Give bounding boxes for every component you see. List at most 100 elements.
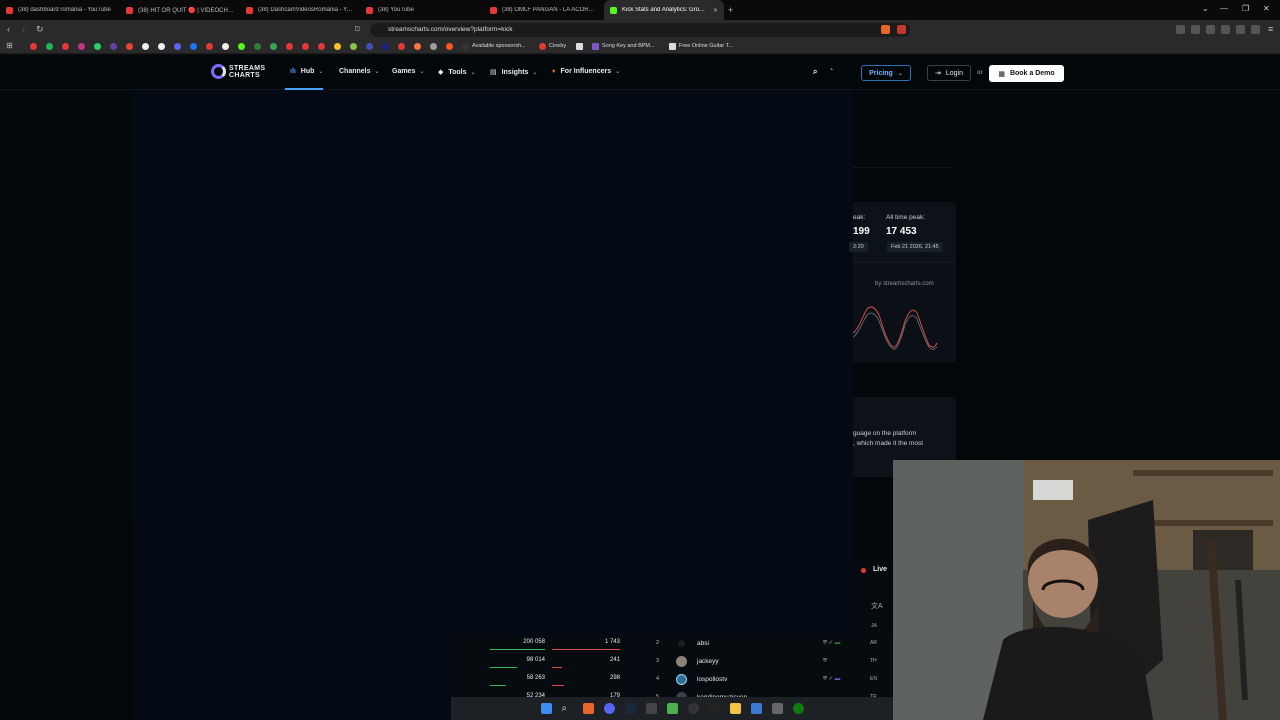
kick-icon[interactable] <box>238 43 245 50</box>
steam-icon[interactable] <box>624 703 636 714</box>
bookmark-link[interactable]: Available sponsorsh... <box>472 43 526 49</box>
browser-tab-active[interactable]: Kick Stats and Analytics: Growth ✕ <box>604 0 724 20</box>
wallet-icon[interactable] <box>1221 25 1230 34</box>
minecraft-icon[interactable] <box>666 703 678 714</box>
youtube-icon <box>246 6 253 14</box>
reload-icon[interactable]: ↻ <box>36 24 44 35</box>
nav-tools[interactable]: ◆ Tools ⌄ <box>438 68 476 76</box>
xbox-icon[interactable] <box>792 703 804 714</box>
bookmark-favicon[interactable] <box>382 43 389 50</box>
bookmark-favicon[interactable] <box>286 43 293 50</box>
streamer-name[interactable]: jackeyy <box>697 658 719 665</box>
x-icon[interactable] <box>142 43 149 50</box>
alltime-peak-value: 17 453 <box>886 226 917 237</box>
bookmark-favicon[interactable] <box>398 43 405 50</box>
browser-tab[interactable]: (38) HIT OR QUIT 🔴 | VIDEOCHAT <box>120 0 240 20</box>
apps-grid-icon[interactable]: ⊞ <box>6 41 13 50</box>
app-icon[interactable] <box>750 703 762 714</box>
menu-icon[interactable]: ≡ <box>1268 24 1273 34</box>
back-icon[interactable]: ‹ <box>7 24 10 34</box>
browser-tab[interactable]: (38) OMLF PANGĂN - LA ACORDEON <box>484 0 604 20</box>
bookmark-favicon[interactable] <box>334 43 341 50</box>
app-icon[interactable] <box>645 703 657 714</box>
bookmark-favicon[interactable] <box>222 43 229 50</box>
browser-tab[interactable]: (38) dashboard romania - YouTube <box>0 0 120 20</box>
channels-bar <box>552 667 562 668</box>
pricing-button[interactable]: Pricing ⌄ <box>861 65 911 81</box>
loading-overlay-left <box>0 90 133 522</box>
book-demo-button[interactable]: ▦ Book a Demo <box>989 65 1064 82</box>
search-icon[interactable]: ⌕ <box>562 703 573 714</box>
bookmark-favicon[interactable] <box>254 43 261 50</box>
table-row[interactable]: 3 jackeyy ⛨ TH <box>640 655 893 673</box>
notifications-icon[interactable]: ◔ <box>829 67 833 74</box>
windows-start-icon[interactable] <box>540 703 552 714</box>
facebook-icon[interactable] <box>190 43 197 50</box>
discord-icon[interactable] <box>603 703 615 714</box>
bookmark-favicon[interactable] <box>669 43 676 50</box>
discord-icon[interactable] <box>174 43 181 50</box>
bookmark-favicon[interactable] <box>366 43 373 50</box>
vpn-icon[interactable] <box>1251 25 1260 34</box>
instagram-icon[interactable] <box>78 43 85 50</box>
bookmark-favicon[interactable] <box>414 43 421 50</box>
new-tab-button[interactable]: + <box>728 5 733 15</box>
sidebar-icon[interactable] <box>1206 25 1215 34</box>
bookmark-favicon[interactable] <box>539 43 546 50</box>
nav-channels[interactable]: Channels ⌄ <box>339 68 380 75</box>
app-icon[interactable] <box>687 703 699 714</box>
bookmark-link[interactable]: Song Key and BPM... <box>602 43 655 49</box>
bookmark-link[interactable]: Free Online Guitar T... <box>679 43 733 49</box>
nav-games[interactable]: Games ⌄ <box>392 68 424 75</box>
extensions-puzzle-icon[interactable] <box>1236 25 1245 34</box>
maps-icon[interactable] <box>270 43 277 50</box>
file-explorer-icon[interactable] <box>729 703 741 714</box>
bookmark-favicon[interactable] <box>62 43 69 50</box>
bookmark-favicon[interactable] <box>462 43 469 50</box>
table-row[interactable]: 4 lospollostv ⛨ ✓ ▬ EN <box>640 673 893 691</box>
capcut-icon[interactable] <box>708 703 720 714</box>
whatsapp-icon[interactable] <box>94 43 101 50</box>
login-button[interactable]: ⇥ Login <box>927 65 971 81</box>
streamscharts-logo[interactable]: STREAMS CHARTS <box>211 64 265 79</box>
influencer-icon: ♦ <box>552 68 556 75</box>
bookmark-favicon[interactable] <box>446 43 453 50</box>
bookmark-favicon[interactable] <box>576 43 583 50</box>
media-icon[interactable] <box>1191 25 1200 34</box>
bookmark-favicon[interactable] <box>302 43 309 50</box>
bookmark-link[interactable]: Cineby <box>549 43 566 49</box>
minimize-icon[interactable]: — <box>1220 4 1228 13</box>
bookmark-favicon[interactable] <box>350 43 357 50</box>
streamer-name[interactable]: lospollostv <box>697 676 727 683</box>
app-icon[interactable] <box>771 703 783 714</box>
close-window-icon[interactable]: ✕ <box>1263 4 1270 13</box>
bookmark-favicon[interactable] <box>318 43 325 50</box>
bookmark-favicon[interactable] <box>206 43 213 50</box>
gmail-icon[interactable] <box>126 43 133 50</box>
translate-icon[interactable]: 文A <box>871 601 883 611</box>
browser-tab[interactable]: (38) DashcamVideosRomania - YouT <box>240 0 360 20</box>
brave-shield-icon[interactable] <box>881 25 890 34</box>
tiktok-icon[interactable] <box>158 43 165 50</box>
twitch-icon[interactable] <box>110 43 117 50</box>
spotify-icon[interactable] <box>46 43 53 50</box>
restore-icon[interactable]: ❐ <box>1242 4 1249 13</box>
bookmark-favicon[interactable] <box>592 43 599 50</box>
brave-icon[interactable] <box>582 703 594 714</box>
bookmark-favicon[interactable] <box>430 43 437 50</box>
browser-tab[interactable]: (38) YouTube <box>360 0 484 20</box>
streamer-name[interactable]: absi <box>697 640 709 647</box>
close-tab-icon[interactable]: ✕ <box>713 7 718 14</box>
search-icon[interactable]: ⌕ <box>813 67 817 77</box>
bookmark-icon[interactable]: ⌑ <box>355 24 360 35</box>
nav-insights[interactable]: ▤ Insights ⌄ <box>490 68 537 76</box>
brave-rewards-icon[interactable] <box>897 25 906 34</box>
forward-icon[interactable]: › <box>22 24 25 34</box>
nav-hub[interactable]: ılı Hub ⌄ <box>290 68 323 75</box>
table-row[interactable]: 2 absi ⛨ ✓ ▬ AR <box>640 637 893 655</box>
nav-for-influencers[interactable]: ♦ For Influencers ⌄ <box>552 68 620 75</box>
bookmark-favicon[interactable] <box>30 43 37 50</box>
url-input[interactable]: streamscharts.com/overview?platform=kick <box>370 23 910 37</box>
extension-icon[interactable] <box>1176 25 1185 34</box>
chevron-down-icon[interactable]: ⌄ <box>1202 4 1209 13</box>
